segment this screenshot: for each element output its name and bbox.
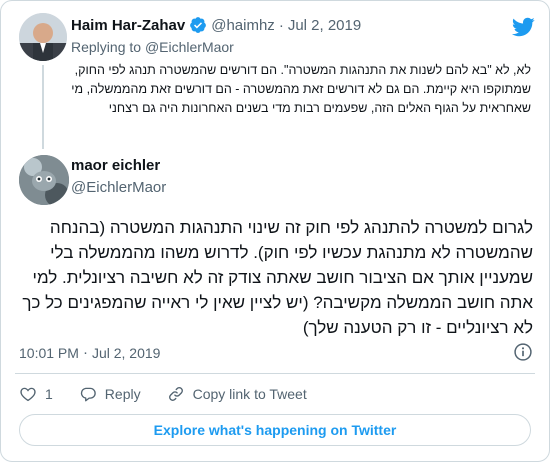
copy-link-button[interactable]: Copy link to Tweet bbox=[167, 385, 307, 403]
main-author-name[interactable]: maor eichler bbox=[71, 157, 160, 174]
reply-button[interactable]: Reply bbox=[79, 385, 141, 403]
action-bar: 1 Reply Copy link to Tweet bbox=[19, 384, 333, 404]
parent-tweet-text: לא, לא "בא להם לשנות את התנהגות המשטרה".… bbox=[71, 63, 531, 115]
parent-author-name[interactable]: Haim Har-Zahav bbox=[71, 17, 185, 34]
parent-tweet-date[interactable]: Jul 2, 2019 bbox=[288, 17, 361, 34]
main-author-handle[interactable]: @EichlerMaor bbox=[71, 179, 166, 196]
like-button[interactable]: 1 bbox=[19, 385, 53, 403]
explore-twitter-button[interactable]: Explore what's happening on Twitter bbox=[19, 414, 531, 446]
reply-icon bbox=[80, 387, 96, 402]
main-tweet-text: לגרום למשטרה להתנהג לפי חוק זה שינוי התנ… bbox=[22, 218, 533, 337]
twitter-bird-icon[interactable] bbox=[511, 15, 535, 39]
main-avatar[interactable] bbox=[19, 155, 69, 205]
link-icon bbox=[168, 387, 183, 401]
replying-to-mention[interactable]: @EichlerMaor bbox=[145, 39, 234, 55]
info-icon[interactable] bbox=[513, 342, 533, 362]
thread-connector-line bbox=[42, 65, 44, 149]
parent-author-handle[interactable]: @haimhz bbox=[211, 17, 275, 34]
separator-dot: · bbox=[278, 16, 284, 34]
divider bbox=[15, 373, 535, 374]
tweet-time[interactable]: 10:01 PM bbox=[19, 345, 79, 361]
verified-badge-icon bbox=[190, 17, 207, 33]
tweet-timestamp[interactable]: 10:01 PM · Jul 2, 2019 bbox=[19, 344, 160, 361]
copy-link-label: Copy link to Tweet bbox=[192, 386, 307, 402]
parent-avatar[interactable] bbox=[19, 13, 67, 61]
parent-tweet[interactable]: Haim Har-Zahav @haimhz · Jul 2, 2019 Rep… bbox=[1, 1, 549, 149]
reply-label: Reply bbox=[104, 386, 141, 402]
heart-icon bbox=[20, 387, 36, 402]
tweet-date[interactable]: Jul 2, 2019 bbox=[92, 345, 161, 361]
replying-prefix: Replying to bbox=[71, 39, 142, 55]
replying-to-line: Replying to @EichlerMaor bbox=[71, 39, 234, 55]
like-count: 1 bbox=[45, 386, 53, 402]
tweet-card: Haim Har-Zahav @haimhz · Jul 2, 2019 Rep… bbox=[0, 0, 550, 462]
separator-dot: · bbox=[82, 344, 88, 361]
